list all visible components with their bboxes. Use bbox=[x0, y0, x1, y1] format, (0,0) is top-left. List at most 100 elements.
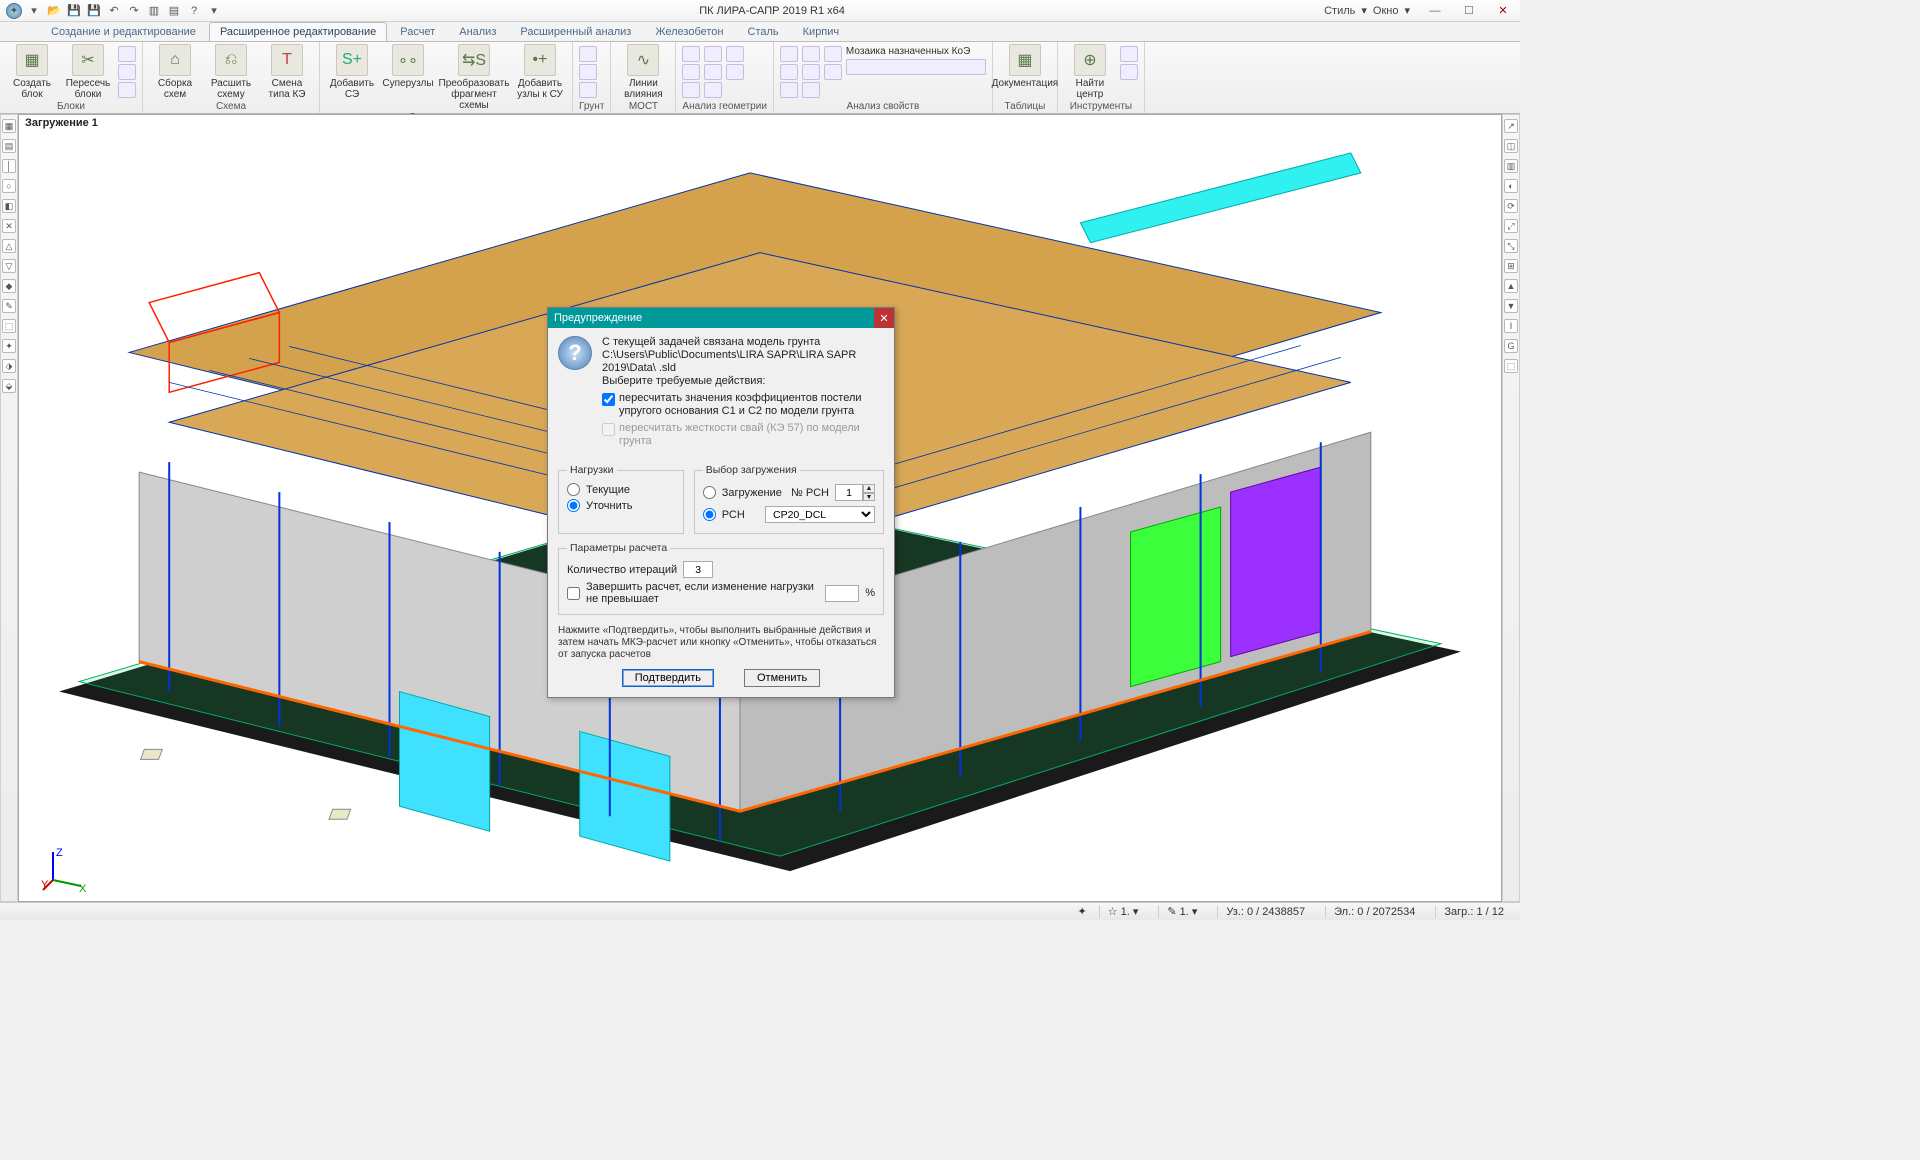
tool-icon[interactable]: ▥ bbox=[1504, 159, 1518, 173]
geom-icon[interactable] bbox=[704, 64, 722, 80]
radio-current[interactable]: Текущие bbox=[567, 483, 675, 496]
more-icon[interactable]: ▾ bbox=[206, 3, 222, 19]
radio-refine[interactable]: Уточнить bbox=[567, 499, 675, 512]
tool-icon[interactable] bbox=[1120, 46, 1138, 62]
mosaic-combo[interactable] bbox=[846, 59, 986, 75]
tool-icon[interactable]: │ bbox=[2, 159, 16, 173]
close-button[interactable]: ✕ bbox=[1486, 0, 1520, 22]
tool-icon[interactable]: ⤡ bbox=[1504, 239, 1518, 253]
confirm-button[interactable]: Подтвердить bbox=[622, 669, 714, 687]
btn-change-fe[interactable]: TСмена типа КЭ bbox=[261, 44, 313, 100]
prop-icon[interactable] bbox=[802, 46, 820, 62]
prop-icon[interactable] bbox=[802, 82, 820, 98]
tab-analysis[interactable]: Анализ bbox=[448, 22, 507, 41]
btn-influence-lines[interactable]: ∿Линии влияния bbox=[617, 44, 669, 100]
tool-icon[interactable]: ✦ bbox=[2, 339, 16, 353]
new-icon[interactable]: ▾ bbox=[26, 3, 42, 19]
radio-rsn[interactable]: РСН bbox=[703, 508, 759, 521]
threshold-input[interactable] bbox=[825, 585, 859, 602]
tool-icon[interactable]: △ bbox=[2, 239, 16, 253]
tool-icon[interactable]: ↗ bbox=[1504, 119, 1518, 133]
btn-assemble[interactable]: ⌂Сборка схем bbox=[149, 44, 201, 100]
geom-icon[interactable] bbox=[726, 46, 744, 62]
status-icon[interactable]: ✦ bbox=[1077, 905, 1086, 918]
tool-icon[interactable]: ⬚ bbox=[1504, 359, 1518, 373]
tool-icon[interactable]: ▼ bbox=[1504, 299, 1518, 313]
saveall-icon[interactable]: 💾 bbox=[86, 3, 102, 19]
soil-icon[interactable] bbox=[579, 82, 597, 98]
tool-icon[interactable]: ⊞ bbox=[1504, 259, 1518, 273]
btn-add-nodes-su[interactable]: •+Добавить узлы к СУ bbox=[514, 44, 566, 100]
maximize-button[interactable]: ☐ bbox=[1452, 0, 1486, 22]
tool-icon[interactable]: ◫ bbox=[1504, 139, 1518, 153]
tool-icon[interactable]: ○ bbox=[2, 179, 16, 193]
prop-icon[interactable] bbox=[780, 82, 798, 98]
spin-down-icon[interactable]: ▼ bbox=[863, 493, 875, 502]
geom-icon[interactable] bbox=[682, 64, 700, 80]
scale1[interactable]: ☆ 1. ▾ bbox=[1099, 905, 1147, 918]
scale2[interactable]: ✎ 1. ▾ bbox=[1158, 905, 1205, 918]
tool-icon[interactable]: ▲ bbox=[1504, 279, 1518, 293]
geom-icon[interactable] bbox=[682, 46, 700, 62]
open-icon[interactable]: 📂 bbox=[46, 3, 62, 19]
tab-calc[interactable]: Расчет bbox=[389, 22, 446, 41]
tool-icon[interactable]: ▤ bbox=[2, 139, 16, 153]
tab-concrete[interactable]: Железобетон bbox=[644, 22, 734, 41]
iterations-input[interactable] bbox=[683, 561, 713, 578]
cascade-icon[interactable]: ▤ bbox=[166, 3, 182, 19]
prop-icon[interactable] bbox=[780, 46, 798, 62]
redo-icon[interactable]: ↷ bbox=[126, 3, 142, 19]
btn-create-block[interactable]: ▦Создать блок bbox=[6, 44, 58, 100]
small-icon[interactable] bbox=[118, 46, 136, 62]
geom-icon[interactable] bbox=[726, 64, 744, 80]
undo-icon[interactable]: ↶ bbox=[106, 3, 122, 19]
tool-icon[interactable]: ▽ bbox=[2, 259, 16, 273]
prop-icon[interactable] bbox=[780, 64, 798, 80]
tool-icon[interactable]: I bbox=[1504, 319, 1518, 333]
tab-create-edit[interactable]: Создание и редактирование bbox=[40, 22, 207, 41]
tool-icon[interactable]: ⤢ bbox=[1504, 219, 1518, 233]
rsn-number-input[interactable]: ▲▼ bbox=[835, 484, 875, 501]
tool-icon[interactable]: ⬚ bbox=[2, 319, 16, 333]
btn-find-center[interactable]: ⊕Найти центр bbox=[1064, 44, 1116, 100]
soil-icon[interactable] bbox=[579, 64, 597, 80]
tab-steel[interactable]: Сталь bbox=[737, 22, 790, 41]
tool-icon[interactable]: ◐ bbox=[1504, 179, 1518, 193]
prop-icon[interactable] bbox=[802, 64, 820, 80]
tool-icon[interactable]: ✕ bbox=[2, 219, 16, 233]
small-icon[interactable] bbox=[118, 82, 136, 98]
tab-brick[interactable]: Кирпич bbox=[792, 22, 851, 41]
geom-icon[interactable] bbox=[704, 46, 722, 62]
btn-convert-fragment[interactable]: ⇆SПреобразовать фрагмент схемы bbox=[438, 44, 510, 111]
dialog-close-icon[interactable]: ✕ bbox=[874, 308, 894, 328]
btn-add-se[interactable]: S+Добавить СЭ bbox=[326, 44, 378, 100]
prop-icon[interactable] bbox=[824, 46, 842, 62]
viewport[interactable]: Загружение 1 bbox=[18, 114, 1502, 902]
tool-icon[interactable]: ▦ bbox=[2, 119, 16, 133]
dialog-titlebar[interactable]: Предупреждение ✕ bbox=[548, 308, 894, 328]
tab-ext-analysis[interactable]: Расширенный анализ bbox=[509, 22, 642, 41]
btn-documentation[interactable]: ▦Документация bbox=[999, 44, 1051, 89]
prop-icon[interactable] bbox=[824, 64, 842, 80]
save-icon[interactable]: 💾 bbox=[66, 3, 82, 19]
tool-icon[interactable]: ◆ bbox=[2, 279, 16, 293]
small-icon[interactable] bbox=[118, 64, 136, 80]
tool-icon[interactable]: ✎ bbox=[2, 299, 16, 313]
tool-icon[interactable]: ⟳ bbox=[1504, 199, 1518, 213]
radio-loading[interactable]: Загружение bbox=[703, 486, 785, 499]
tab-extended-edit[interactable]: Расширенное редактирование bbox=[209, 22, 387, 41]
btn-supernodes[interactable]: ∘∘Суперузлы bbox=[382, 44, 434, 89]
geom-icon[interactable] bbox=[704, 82, 722, 98]
tool-icon[interactable] bbox=[1120, 64, 1138, 80]
help-icon[interactable]: ? bbox=[186, 3, 202, 19]
tile-icon[interactable]: ▥ bbox=[146, 3, 162, 19]
tool-icon[interactable]: ⬙ bbox=[2, 379, 16, 393]
minimize-button[interactable]: — bbox=[1418, 0, 1452, 22]
tool-icon[interactable]: ◧ bbox=[2, 199, 16, 213]
tool-icon[interactable]: G bbox=[1504, 339, 1518, 353]
chk-recalc-c1c2[interactable]: пересчитать значения коэффициентов посте… bbox=[602, 392, 884, 418]
cancel-button[interactable]: Отменить bbox=[744, 669, 820, 687]
soil-icon[interactable] bbox=[579, 46, 597, 62]
btn-unzip[interactable]: ⎌Расшить схему bbox=[205, 44, 257, 100]
style-selector[interactable]: Стиль▾ Окно▾ bbox=[1316, 4, 1418, 17]
